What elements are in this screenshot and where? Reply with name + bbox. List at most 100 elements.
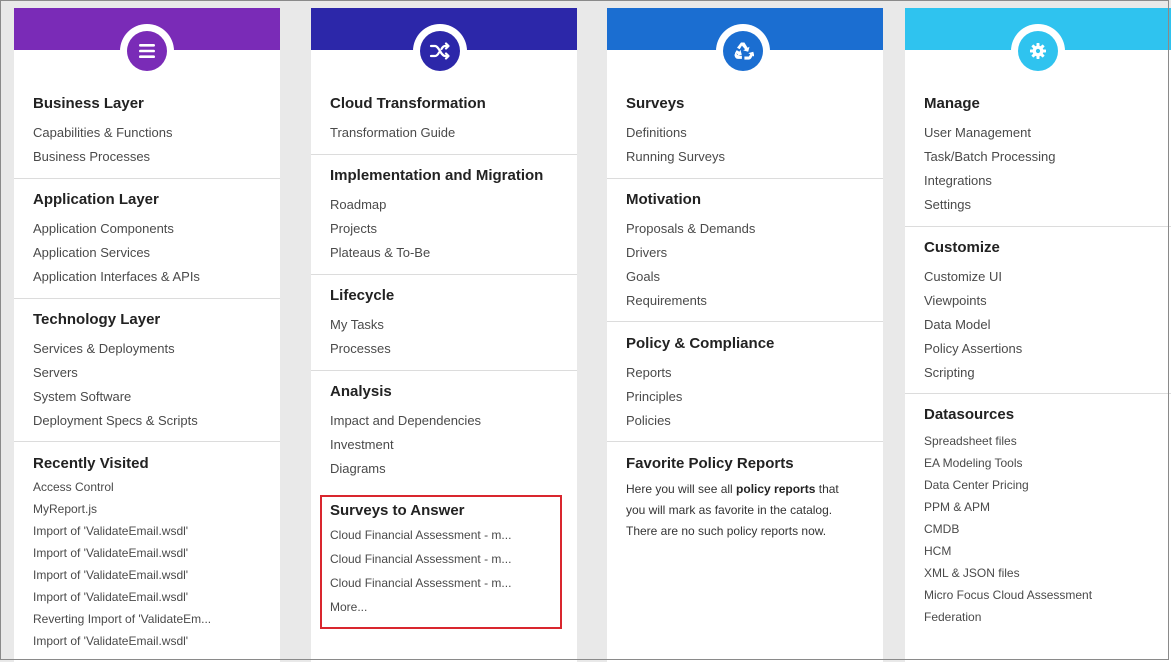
section-heading: Implementation and Migration	[330, 167, 544, 184]
link-my-tasks[interactable]: My Tasks	[330, 313, 569, 337]
link-drivers[interactable]: Drivers	[626, 241, 875, 265]
link-business-processes[interactable]: Business Processes	[33, 145, 272, 169]
link-customize-ui[interactable]: Customize UI	[924, 265, 1163, 289]
link-impact-dependencies[interactable]: Impact and Dependencies	[330, 409, 569, 433]
link-roadmap[interactable]: Roadmap	[330, 193, 569, 217]
divider	[905, 393, 1171, 394]
link-data-model[interactable]: Data Model	[924, 313, 1163, 337]
column-architecture: Business Layer Capabilities & Functions …	[14, 8, 280, 662]
link-goals[interactable]: Goals	[626, 265, 875, 289]
recycle-icon	[723, 31, 763, 71]
link-application-components[interactable]: Application Components	[33, 217, 272, 241]
link-user-management[interactable]: User Management	[924, 121, 1163, 145]
section-application-layer: Application Layer Application Components…	[33, 190, 272, 289]
link-requirements[interactable]: Requirements	[626, 289, 875, 313]
recent-item[interactable]: Import of 'ValidateEmail.wsdl'	[33, 586, 272, 608]
link-xml-json-files[interactable]: XML & JSON files	[924, 562, 1163, 584]
recent-item[interactable]: Access Control	[33, 476, 272, 498]
section-heading: Policy & Compliance	[626, 335, 775, 352]
section-motivation: Motivation Proposals & Demands Drivers G…	[626, 190, 875, 313]
section-datasources: Datasources Spreadsheet files EA Modelin…	[924, 405, 1163, 628]
section-cloud-transformation: Cloud Transformation Transformation Guid…	[330, 94, 569, 145]
surveys-to-answer-highlight	[320, 495, 562, 629]
recent-item[interactable]: MyReport.js	[33, 498, 272, 520]
link-policy-assertions[interactable]: Policy Assertions	[924, 337, 1163, 361]
link-plateaus[interactable]: Plateaus & To-Be	[330, 241, 569, 265]
favorite-reports-empty-text: Here you will see all policy reports tha…	[626, 482, 839, 538]
link-investment[interactable]: Investment	[330, 433, 569, 457]
divider	[607, 178, 883, 179]
section-heading: Motivation	[626, 191, 701, 208]
divider	[14, 298, 280, 299]
link-projects[interactable]: Projects	[330, 217, 569, 241]
link-reports[interactable]: Reports	[626, 361, 875, 385]
section-manage: Manage User Management Task/Batch Proces…	[924, 94, 1163, 217]
link-viewpoints[interactable]: Viewpoints	[924, 289, 1163, 313]
link-deployment-specs[interactable]: Deployment Specs & Scripts	[33, 409, 272, 433]
recent-item[interactable]: Reverting Import of 'ValidateEm...	[33, 608, 272, 630]
link-policies[interactable]: Policies	[626, 409, 875, 433]
section-analysis: Analysis Impact and Dependencies Investm…	[330, 382, 569, 481]
divider	[311, 370, 577, 371]
link-settings[interactable]: Settings	[924, 193, 1163, 217]
section-heading: Cloud Transformation	[330, 95, 486, 112]
link-transformation-guide[interactable]: Transformation Guide	[330, 121, 569, 145]
link-hcm[interactable]: HCM	[924, 540, 1163, 562]
divider	[14, 178, 280, 179]
link-diagrams[interactable]: Diagrams	[330, 457, 569, 481]
link-integrations[interactable]: Integrations	[924, 169, 1163, 193]
link-federation[interactable]: Federation	[924, 606, 1163, 628]
section-surveys: Surveys Definitions Running Surveys	[626, 94, 875, 169]
section-heading: Analysis	[330, 383, 392, 400]
section-heading: Favorite Policy Reports	[626, 455, 794, 472]
section-heading: Manage	[924, 95, 980, 112]
link-micro-focus-cloud-assessment[interactable]: Micro Focus Cloud Assessment	[924, 584, 1163, 606]
gear-icon	[1018, 31, 1058, 71]
recent-item[interactable]: Import of 'ValidateEmail.wsdl'	[33, 630, 272, 652]
divider	[311, 154, 577, 155]
link-application-services[interactable]: Application Services	[33, 241, 272, 265]
recent-item[interactable]: Import of 'ValidateEmail.wsdl'	[33, 520, 272, 542]
link-processes[interactable]: Processes	[330, 337, 569, 361]
divider	[607, 321, 883, 322]
column-governance: Surveys Definitions Running Surveys Moti…	[607, 8, 883, 662]
column-icon-circle	[716, 24, 770, 78]
link-spreadsheet-files[interactable]: Spreadsheet files	[924, 430, 1163, 452]
link-ea-modeling-tools[interactable]: EA Modeling Tools	[924, 452, 1163, 474]
link-services-deployments[interactable]: Services & Deployments	[33, 337, 272, 361]
divider	[607, 441, 883, 442]
link-scripting[interactable]: Scripting	[924, 361, 1163, 385]
menu-icon	[127, 31, 167, 71]
section-heading: Application Layer	[33, 191, 159, 208]
link-servers[interactable]: Servers	[33, 361, 272, 385]
section-business-layer: Business Layer Capabilities & Functions …	[33, 94, 272, 169]
column-icon-circle	[413, 24, 467, 78]
section-heading: Lifecycle	[330, 287, 395, 304]
link-running-surveys[interactable]: Running Surveys	[626, 145, 875, 169]
link-system-software[interactable]: System Software	[33, 385, 272, 409]
link-principles[interactable]: Principles	[626, 385, 875, 409]
link-task-batch-processing[interactable]: Task/Batch Processing	[924, 145, 1163, 169]
section-heading: Customize	[924, 239, 1000, 256]
recent-item[interactable]: Import of 'ValidateEmail.wsdl'	[33, 564, 272, 586]
section-implementation-migration: Implementation and Migration Roadmap Pro…	[330, 166, 569, 265]
section-heading: Technology Layer	[33, 311, 161, 328]
link-ppm-apm[interactable]: PPM & APM	[924, 496, 1163, 518]
section-heading: Recently Visited	[33, 455, 149, 472]
section-recently-visited: Recently Visited Access Control MyReport…	[33, 454, 272, 652]
recent-item[interactable]: Import of 'ValidateEmail.wsdl'	[33, 542, 272, 564]
link-application-interfaces[interactable]: Application Interfaces & APIs	[33, 265, 272, 289]
divider	[311, 274, 577, 275]
section-heading: Datasources	[924, 406, 1015, 423]
section-policy-compliance: Policy & Compliance Reports Principles P…	[626, 334, 875, 433]
link-definitions[interactable]: Definitions	[626, 121, 875, 145]
link-proposals-demands[interactable]: Proposals & Demands	[626, 217, 875, 241]
column-icon-circle	[1011, 24, 1065, 78]
shuffle-icon	[420, 31, 460, 71]
column-icon-circle	[120, 24, 174, 78]
section-heading: Business Layer	[33, 95, 144, 112]
link-capabilities-functions[interactable]: Capabilities & Functions	[33, 121, 272, 145]
link-data-center-pricing[interactable]: Data Center Pricing	[924, 474, 1163, 496]
section-technology-layer: Technology Layer Services & Deployments …	[33, 310, 272, 433]
link-cmdb[interactable]: CMDB	[924, 518, 1163, 540]
